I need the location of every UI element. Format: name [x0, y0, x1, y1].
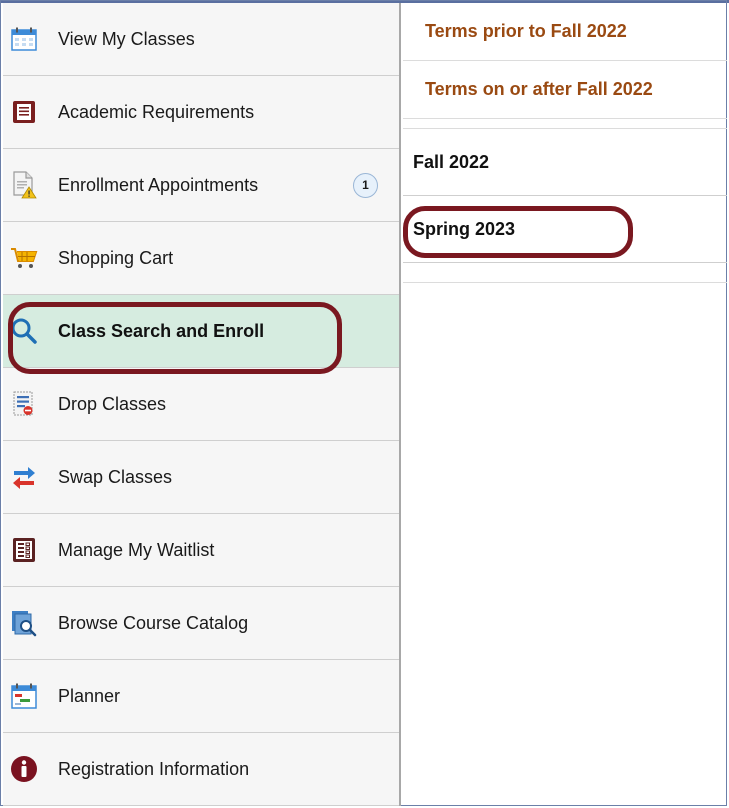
terms-panel: Terms prior to Fall 2022 Terms on or aft… [403, 3, 727, 806]
calendar-icon [10, 25, 38, 53]
sidebar-item-enrollment-appointments[interactable]: Enrollment Appointments 1 [3, 149, 399, 222]
sidebar-item-academic-requirements[interactable]: Academic Requirements [3, 76, 399, 149]
sidebar-item-class-search-and-enroll[interactable]: Class Search and Enroll [3, 295, 399, 368]
waitlist-icon [10, 536, 38, 564]
catalog-search-icon [10, 609, 38, 637]
sidebar-item-label: Drop Classes [58, 393, 167, 414]
sidebar-item-label: Swap Classes [58, 466, 173, 487]
sidebar-item-registration-information[interactable]: Registration Information [3, 733, 399, 806]
terms-prior-link[interactable]: Terms prior to Fall 2022 [403, 3, 727, 61]
shopping-cart-icon [10, 244, 38, 272]
document-list-icon [10, 98, 38, 126]
divider [403, 282, 727, 283]
terms-on-or-after-link[interactable]: Terms on or after Fall 2022 [403, 61, 727, 119]
drop-list-icon [10, 390, 38, 418]
term-item-spring-2023[interactable]: Spring 2023 [403, 196, 727, 263]
sidebar-item-view-my-classes[interactable]: View My Classes [3, 3, 399, 76]
sidebar-item-manage-my-waitlist[interactable]: Manage My Waitlist [3, 514, 399, 587]
sidebar-item-drop-classes[interactable]: Drop Classes [3, 368, 399, 441]
sidebar-item-label: Planner [58, 685, 121, 706]
sidebar-item-label: Manage My Waitlist [58, 539, 215, 560]
appointment-warning-icon [10, 171, 38, 199]
sidebar-nav: View My Classes Academic Requirements En… [3, 3, 401, 806]
sidebar-item-planner[interactable]: Planner [3, 660, 399, 733]
search-icon [10, 317, 38, 345]
planner-icon [10, 682, 38, 710]
sidebar-item-label: Shopping Cart [58, 247, 174, 268]
appointments-count-badge: 1 [353, 172, 378, 198]
sidebar-item-browse-course-catalog[interactable]: Browse Course Catalog [3, 587, 399, 660]
swap-arrows-icon [10, 463, 38, 491]
sidebar-item-label: Enrollment Appointments [58, 174, 259, 195]
sidebar-item-shopping-cart[interactable]: Shopping Cart [3, 222, 399, 295]
sidebar-item-label: Registration Information [58, 758, 250, 779]
term-item-fall-2022[interactable]: Fall 2022 [403, 129, 727, 196]
sidebar-item-label: Academic Requirements [58, 101, 255, 122]
sidebar-item-swap-classes[interactable]: Swap Classes [3, 441, 399, 514]
sidebar-item-label: View My Classes [58, 28, 195, 49]
sidebar-item-label: Browse Course Catalog [58, 612, 249, 633]
sidebar-item-label: Class Search and Enroll [58, 320, 265, 341]
info-icon [10, 755, 38, 783]
